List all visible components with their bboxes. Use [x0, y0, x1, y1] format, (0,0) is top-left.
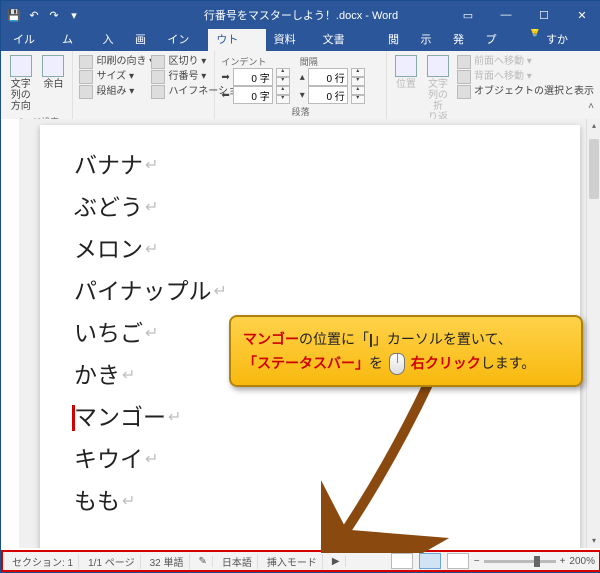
space-after-input[interactable]	[308, 86, 348, 104]
bring-forward-button: 前面へ移動 ▾	[457, 55, 594, 69]
status-proofing-icon[interactable]: ✎	[194, 556, 213, 567]
zoom-thumb[interactable]	[534, 556, 540, 567]
send-backward-button: 背面へ移動 ▾	[457, 70, 594, 84]
space-before-input[interactable]	[308, 68, 348, 86]
group-text-direction: 文字列の方向 余白 ページ設定	[1, 51, 73, 119]
hyphen-icon	[151, 85, 165, 99]
orientation-icon	[79, 55, 93, 69]
zoom-in-button[interactable]: +	[560, 556, 566, 567]
paragraph-mark-icon: ↵	[145, 229, 158, 271]
group-page-setup-items: 印刷の向き ▾ サイズ ▾ 段組み ▾ 区切り ▾ 行番号 ▾ ハイフネーション…	[73, 51, 215, 119]
save-icon[interactable]: 💾	[7, 8, 21, 22]
forward-icon	[457, 55, 471, 69]
wrap-icon	[427, 55, 449, 77]
vertical-scrollbar[interactable]: ▴ ▾	[586, 119, 600, 548]
word-window: 💾 ↶ ↷ ▾ 行番号をマスターしよう！.docx - Word ▭ — ☐ ✕…	[0, 0, 600, 573]
indent-right[interactable]: ⬅▴▾	[221, 86, 289, 104]
ribbon-tabs: ファイル ホーム 挿入 描画 デザイン レイアウト 参考資料 差し込み文書 校閲…	[1, 29, 600, 51]
doc-line[interactable]: キウイ↵	[74, 439, 546, 481]
window-buttons: ▭ — ☐ ✕	[449, 1, 600, 29]
doc-line[interactable]: ぶどう↵	[74, 187, 546, 229]
mouse-icon	[389, 353, 405, 375]
redo-icon[interactable]: ↷	[47, 8, 61, 22]
space-after[interactable]: ▾▴▾	[300, 86, 365, 104]
status-section[interactable]: セクション: 1	[7, 554, 79, 569]
position-icon	[395, 55, 417, 77]
indent-left-icon: ➡	[221, 72, 229, 83]
callout-keyword: マンゴー	[243, 331, 299, 347]
zoom-slider[interactable]	[484, 560, 556, 563]
paragraph-mark-icon: ↵	[168, 397, 181, 439]
indent-right-input[interactable]	[233, 86, 273, 104]
margins-button[interactable]: 余白	[40, 53, 66, 92]
indent-header: インデント	[221, 55, 289, 68]
collapse-ribbon-icon[interactable]: ˄	[588, 101, 594, 112]
status-macro-icon[interactable]: ▶	[327, 556, 346, 567]
quick-access-toolbar: 💾 ↶ ↷ ▾	[1, 8, 81, 22]
indent-left[interactable]: ➡▴▾	[221, 68, 289, 86]
qat-customize-icon[interactable]: ▾	[67, 8, 81, 22]
vertical-ruler[interactable]	[1, 119, 20, 548]
text-direction-label: 文字列の方向	[9, 79, 32, 112]
ribbon: 文字列の方向 余白 ページ設定 印刷の向き ▾ サイズ ▾ 段組み ▾ 区切り …	[1, 51, 600, 120]
doc-line[interactable]: メロン↵	[74, 229, 546, 271]
zoom-out-button[interactable]: −	[474, 556, 480, 567]
selection-icon	[457, 85, 471, 99]
indent-right-icon: ⬅	[221, 90, 229, 101]
doc-line-cursor[interactable]: マンゴー↵	[74, 397, 546, 439]
doc-line[interactable]: もも↵	[74, 481, 546, 523]
scroll-up-icon[interactable]: ▴	[587, 119, 600, 133]
paragraph-mark-icon: ↵	[122, 355, 135, 397]
minimize-button[interactable]: —	[487, 1, 525, 29]
doc-line[interactable]: バナナ↵	[74, 145, 546, 187]
zoom-control[interactable]: − + 200%	[474, 556, 595, 567]
view-web-layout[interactable]	[447, 553, 469, 569]
zoom-percent[interactable]: 200%	[569, 556, 595, 567]
callout-keyword: 「ステータスバー」	[243, 355, 369, 371]
backward-icon	[457, 70, 471, 84]
group-paragraph: インデント ➡▴▾ ⬅▴▾ 間隔 ▴▴▾ ▾▴▾ 段落	[215, 51, 387, 119]
status-bar[interactable]: セクション: 1 1/1 ページ 32 単語 ✎ 日本語 挿入モード ▶ − +…	[1, 550, 600, 572]
space-before-icon: ▴	[300, 72, 305, 83]
columns-icon	[79, 85, 93, 99]
status-words[interactable]: 32 単語	[145, 554, 190, 569]
paragraph-mark-icon: ↵	[214, 271, 227, 313]
paragraph-mark-icon: ↵	[145, 187, 158, 229]
doc-line[interactable]: パイナップル↵	[74, 271, 546, 313]
text-direction-button[interactable]: 文字列の方向	[7, 53, 34, 114]
spacing-header: 間隔	[300, 55, 365, 68]
ribbon-options-icon[interactable]: ▭	[449, 1, 487, 29]
paragraph-mark-icon: ↵	[145, 439, 158, 481]
indent-left-input[interactable]	[233, 68, 273, 86]
space-before[interactable]: ▴▴▾	[300, 68, 365, 86]
view-read-mode[interactable]	[391, 553, 413, 569]
view-print-layout[interactable]	[419, 553, 441, 569]
selection-pane-button[interactable]: オブジェクトの選択と表示	[457, 85, 594, 99]
size-icon	[79, 70, 93, 84]
group-label-paragraph: 段落	[221, 104, 380, 119]
undo-icon[interactable]: ↶	[27, 8, 41, 22]
space-after-icon: ▾	[300, 90, 305, 101]
close-button[interactable]: ✕	[563, 1, 600, 29]
status-insert-mode[interactable]: 挿入モード	[262, 554, 323, 569]
position-button: 位置	[393, 53, 419, 92]
title-bar: 💾 ↶ ↷ ▾ 行番号をマスターしよう！.docx - Word ▭ — ☐ ✕	[1, 1, 600, 29]
paragraph-mark-icon: ↵	[122, 481, 135, 523]
breaks-icon	[151, 55, 165, 69]
margins-icon	[42, 55, 64, 77]
paragraph-mark-icon: ↵	[145, 313, 158, 355]
scroll-down-icon[interactable]: ▾	[587, 534, 600, 548]
paragraph-mark-icon: ↵	[145, 145, 158, 187]
status-language[interactable]: 日本語	[217, 554, 258, 569]
scroll-thumb[interactable]	[589, 139, 599, 199]
linenum-icon	[151, 70, 165, 84]
maximize-button[interactable]: ☐	[525, 1, 563, 29]
status-page[interactable]: 1/1 ページ	[83, 554, 140, 569]
margins-label: 余白	[43, 79, 63, 90]
text-direction-icon	[10, 55, 32, 77]
instruction-callout: マンゴーの位置に「|」カーソルを置いて、 「ステータスバー」を 右クリックします…	[229, 315, 583, 387]
group-arrange: 位置 文字列の折り返し 前面へ移動 ▾ 背面へ移動 ▾ オブジェクトの選択と表示…	[387, 51, 600, 119]
